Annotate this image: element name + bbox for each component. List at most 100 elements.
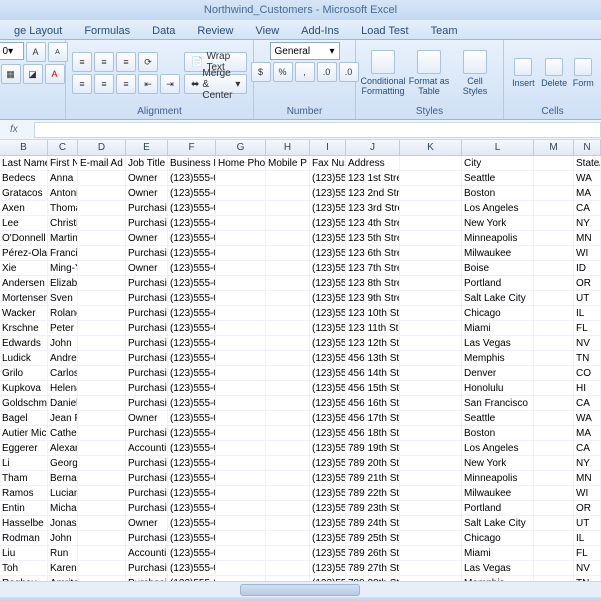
cell[interactable]: Ludick: [0, 351, 48, 365]
cell[interactable]: 123 4th Street: [346, 216, 400, 230]
field-header-cell[interactable]: [400, 156, 462, 170]
cell[interactable]: [216, 456, 266, 470]
cell[interactable]: (123)555-0100: [168, 351, 216, 365]
cell[interactable]: [78, 561, 126, 575]
cell[interactable]: [216, 231, 266, 245]
cell[interactable]: Kupkova: [0, 381, 48, 395]
cell[interactable]: Luciana: [48, 486, 78, 500]
cell[interactable]: [266, 366, 310, 380]
cell[interactable]: 123 5th Street: [346, 231, 400, 245]
cell[interactable]: [400, 366, 462, 380]
cell[interactable]: Boise: [462, 261, 534, 275]
cell[interactable]: (123)555-0100: [168, 516, 216, 530]
cell[interactable]: [400, 381, 462, 395]
cell[interactable]: [216, 276, 266, 290]
cell[interactable]: Grilo: [0, 366, 48, 380]
cell[interactable]: 123 1st Street: [346, 171, 400, 185]
cell[interactable]: (123)555-0100: [168, 456, 216, 470]
cell[interactable]: [534, 546, 574, 560]
cell[interactable]: New York: [462, 456, 534, 470]
ribbon-tab[interactable]: View: [246, 22, 290, 39]
column-header[interactable]: E: [126, 140, 168, 155]
cell[interactable]: [266, 351, 310, 365]
cell[interactable]: (123)555-0100: [168, 306, 216, 320]
cell[interactable]: (123)555-0100: [168, 366, 216, 380]
cell[interactable]: 123 7th Street: [346, 261, 400, 275]
cell[interactable]: Hasselbe: [0, 516, 48, 530]
cell[interactable]: (123)555-0: [310, 276, 346, 290]
cell[interactable]: [400, 276, 462, 290]
cell[interactable]: NY: [574, 456, 601, 470]
cell[interactable]: Owner: [126, 516, 168, 530]
cell[interactable]: [400, 201, 462, 215]
cell[interactable]: [78, 501, 126, 515]
cell[interactable]: [78, 336, 126, 350]
cell[interactable]: OR: [574, 501, 601, 515]
cell[interactable]: Daniel: [48, 396, 78, 410]
cell[interactable]: HI: [574, 381, 601, 395]
cell[interactable]: Purchasin: [126, 531, 168, 545]
cell[interactable]: [78, 456, 126, 470]
cell[interactable]: (123)555-0100: [168, 276, 216, 290]
font-size-combo[interactable]: 0 ▾: [0, 42, 24, 60]
cell[interactable]: Roland: [48, 306, 78, 320]
cell[interactable]: [216, 246, 266, 260]
cell[interactable]: [78, 276, 126, 290]
cell[interactable]: [78, 516, 126, 530]
cell[interactable]: [78, 441, 126, 455]
cell[interactable]: [216, 351, 266, 365]
cell[interactable]: 456 17th Street: [346, 411, 400, 425]
table-row[interactable]: Pérez-OlaFranciscoPurchasin(123)555-0100…: [0, 246, 601, 261]
cell[interactable]: [266, 381, 310, 395]
cell[interactable]: Salt Lake City: [462, 291, 534, 305]
cell[interactable]: 123 2nd Street: [346, 186, 400, 200]
cell[interactable]: Denver: [462, 366, 534, 380]
cell[interactable]: Ramos: [0, 486, 48, 500]
grow-font-button[interactable]: A: [26, 42, 46, 62]
cell[interactable]: [78, 381, 126, 395]
cell[interactable]: Purchasin: [126, 381, 168, 395]
field-header-cell[interactable]: Business P: [168, 156, 216, 170]
cell[interactable]: (123)555-0100: [168, 336, 216, 350]
cell[interactable]: WA: [574, 171, 601, 185]
cell[interactable]: Purchasin: [126, 216, 168, 230]
cell[interactable]: Rodman: [0, 531, 48, 545]
cell[interactable]: [266, 321, 310, 335]
cell[interactable]: (123)555-0: [310, 321, 346, 335]
field-header-cell[interactable]: Home Pho: [216, 156, 266, 170]
cell[interactable]: Mortensen: [0, 291, 48, 305]
cell[interactable]: Purchasin: [126, 306, 168, 320]
cell[interactable]: [78, 366, 126, 380]
cell[interactable]: Purchasin: [126, 561, 168, 575]
table-row[interactable]: KrschnePeterPurchasin(123)555-0100(123)5…: [0, 321, 601, 336]
ribbon-tab[interactable]: ge Layout: [4, 22, 72, 39]
cell[interactable]: (123)555-0: [310, 336, 346, 350]
cell[interactable]: [266, 441, 310, 455]
cell[interactable]: (123)555-0: [310, 291, 346, 305]
table-row[interactable]: AndersenElizabethPurchasin(123)555-0100(…: [0, 276, 601, 291]
cell[interactable]: [400, 351, 462, 365]
cell[interactable]: (123)555-0100: [168, 201, 216, 215]
cell[interactable]: (123)555-0: [310, 231, 346, 245]
increase-indent-button[interactable]: ⇥: [160, 74, 180, 94]
cell[interactable]: 456 14th Street: [346, 366, 400, 380]
cell[interactable]: Peter: [48, 321, 78, 335]
cell[interactable]: 789 24th Street: [346, 516, 400, 530]
cell[interactable]: Sven: [48, 291, 78, 305]
cell[interactable]: Martin: [48, 231, 78, 245]
cell[interactable]: Andre: [48, 351, 78, 365]
cell[interactable]: 789 23th Street: [346, 501, 400, 515]
cell[interactable]: Milwaukee: [462, 486, 534, 500]
cell[interactable]: [266, 411, 310, 425]
cell[interactable]: Carlos: [48, 366, 78, 380]
cell[interactable]: [216, 171, 266, 185]
cell[interactable]: CA: [574, 201, 601, 215]
cell[interactable]: John: [48, 336, 78, 350]
cell[interactable]: IL: [574, 531, 601, 545]
cell[interactable]: Helena: [48, 381, 78, 395]
conditional-formatting-button[interactable]: Conditional Formatting: [362, 44, 404, 102]
cell[interactable]: [534, 381, 574, 395]
cell[interactable]: 789 27th Street: [346, 561, 400, 575]
field-header-cell[interactable]: Fax Numb: [310, 156, 346, 170]
cell[interactable]: [266, 276, 310, 290]
